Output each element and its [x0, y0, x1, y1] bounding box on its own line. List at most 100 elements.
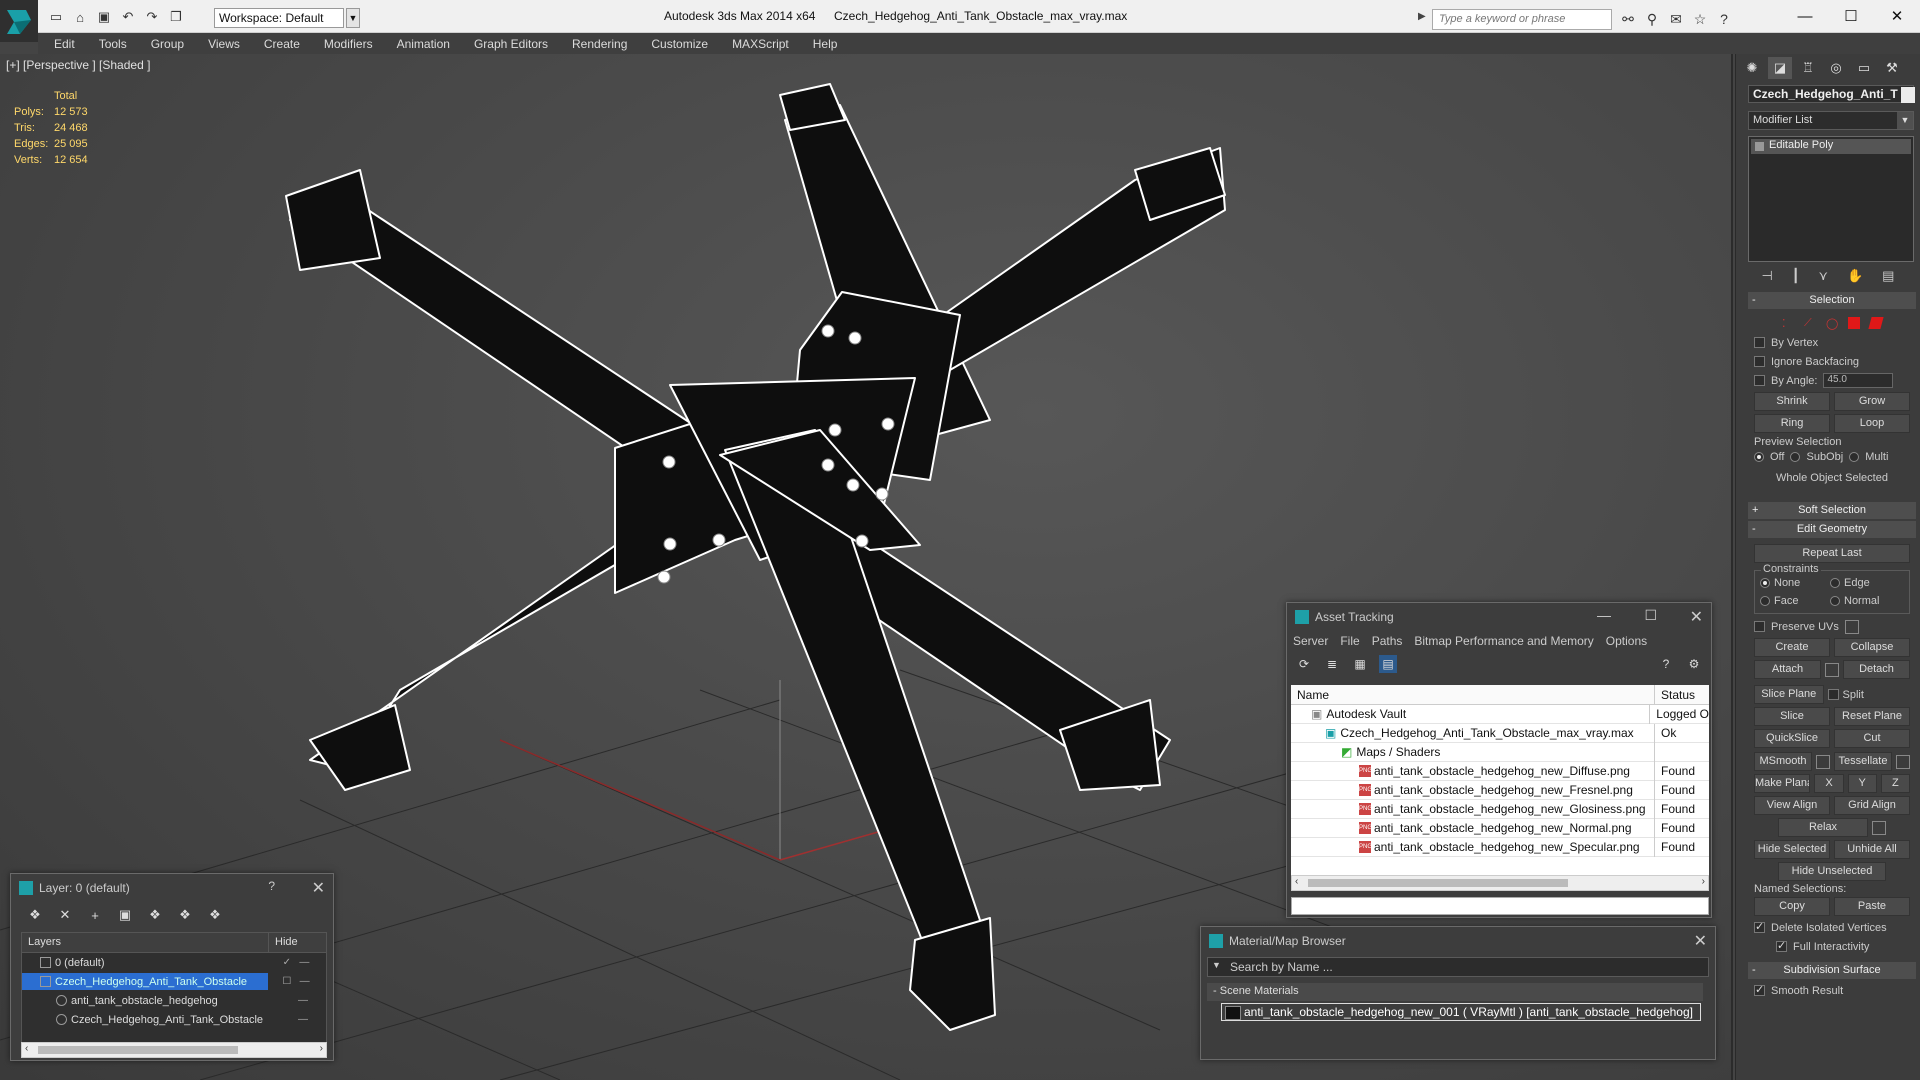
table-row[interactable]: PNG anti_tank_obstacle_hedgehog_new_Fresn… [1291, 780, 1709, 800]
smooth-result-checkbox[interactable] [1754, 983, 1765, 996]
configure-sets-icon[interactable]: ▤ [1882, 268, 1894, 284]
open-file-icon[interactable]: ⌂ [70, 8, 90, 26]
asset-menu-options[interactable]: Options [1606, 634, 1647, 648]
relax-settings-button[interactable] [1872, 820, 1886, 835]
hide-toggle-icon[interactable]: — [299, 957, 309, 968]
list-view-icon[interactable]: ≣ [1323, 655, 1341, 673]
help-icon[interactable]: ? [1714, 9, 1734, 29]
slice-plane-button[interactable]: Slice Plane [1754, 685, 1824, 704]
hide-toggle-icon[interactable]: — [300, 976, 310, 987]
menu-edit[interactable]: Edit [38, 37, 87, 51]
scrollbar-thumb[interactable] [38, 1046, 238, 1054]
collapse-button[interactable]: Collapse [1834, 638, 1910, 657]
scroll-left-icon[interactable]: ‹ [25, 1043, 28, 1054]
motion-tab-icon[interactable]: ◎ [1824, 57, 1848, 79]
close-button[interactable]: ✕ [1874, 0, 1920, 32]
layer-dialog-titlebar[interactable]: Layer: 0 (default) ? ✕ [11, 874, 333, 902]
grid-align-button[interactable]: Grid Align [1834, 796, 1910, 815]
preview-off-radio[interactable] [1754, 452, 1764, 462]
ignore-backfacing-checkbox[interactable] [1754, 356, 1765, 367]
layer-horizontal-scrollbar[interactable]: ‹ › [21, 1042, 327, 1058]
msmooth-settings-button[interactable] [1816, 754, 1830, 769]
asset-menu-server[interactable]: Server [1293, 634, 1328, 648]
constraint-normal-radio[interactable] [1830, 596, 1840, 606]
delete-layer-icon[interactable]: ✕ [55, 906, 75, 924]
create-layer-icon[interactable]: ❖ [25, 906, 45, 924]
ring-button[interactable]: Ring [1754, 414, 1830, 433]
material-search-input[interactable]: ▼ Search by Name ... [1207, 957, 1709, 977]
asset-path-field[interactable] [1291, 897, 1709, 915]
layer-row[interactable]: anti_tank_obstacle_hedgehog — [22, 991, 326, 1010]
detach-button[interactable]: Detach [1843, 660, 1910, 679]
delete-isolated-checkbox[interactable] [1754, 920, 1765, 933]
settings-icon[interactable]: ⚙ [1685, 655, 1703, 673]
modifier-stack[interactable]: Editable Poly [1748, 136, 1914, 262]
menu-views[interactable]: Views [196, 37, 252, 51]
attach-list-button[interactable] [1825, 662, 1839, 677]
modifier-list-dropdown[interactable]: Modifier List ▼ [1748, 111, 1914, 130]
layer-box-icon[interactable]: ☐ [282, 976, 291, 987]
material-item[interactable]: anti_tank_obstacle_hedgehog_new_001 ( VR… [1221, 1003, 1701, 1021]
edit-geometry-rollout-header[interactable]: - Edit Geometry [1748, 521, 1916, 538]
repeat-last-button[interactable]: Repeat Last [1754, 544, 1910, 563]
tessellate-settings-button[interactable] [1896, 754, 1910, 769]
close-icon[interactable]: ✕ [312, 878, 325, 898]
stack-item-editable-poly[interactable]: Editable Poly [1751, 139, 1911, 154]
grow-button[interactable]: Grow [1834, 392, 1910, 411]
view-align-button[interactable]: View Align [1754, 796, 1830, 815]
subdivision-surface-rollout-header[interactable]: - Subdivision Surface [1748, 962, 1916, 979]
table-row[interactable]: PNG anti_tank_obstacle_hedgehog_new_Specu… [1291, 837, 1709, 857]
preview-multi-radio[interactable] [1849, 452, 1860, 462]
menu-maxscript[interactable]: MAXScript [720, 37, 801, 51]
play-arrow-icon[interactable]: ▶ [1418, 11, 1426, 22]
hide-selected-button[interactable]: Hide Selected [1754, 840, 1830, 859]
subscription-icon[interactable]: ⚲ [1642, 9, 1662, 29]
scroll-left-icon[interactable]: ‹ [1295, 876, 1298, 887]
angle-spinner[interactable]: 45.0 [1823, 373, 1894, 388]
maximize-button[interactable]: ☐ [1828, 0, 1874, 32]
create-button[interactable]: Create [1754, 638, 1830, 657]
table-row[interactable]: ▣ Czech_Hedgehog_Anti_Tank_Obstacle_max_v… [1291, 723, 1709, 743]
make-planar-button[interactable]: Make Planar [1754, 774, 1811, 793]
maximize-icon[interactable]: ☐ [1644, 607, 1657, 624]
search-input[interactable]: Type a keyword or phrase [1432, 9, 1612, 30]
soft-selection-rollout-header[interactable]: + Soft Selection [1748, 502, 1916, 519]
object-name-field[interactable]: Czech_Hedgehog_Anti_T [1748, 85, 1914, 103]
freeze-all-layers-icon[interactable]: ❖ [205, 906, 225, 924]
element-level-icon[interactable] [1868, 317, 1884, 329]
asset-menu-bitmap-performance[interactable]: Bitmap Performance and Memory [1414, 634, 1593, 648]
constraint-edge-radio[interactable] [1830, 578, 1840, 588]
constraint-none-radio[interactable] [1760, 578, 1770, 588]
make-unique-icon[interactable]: ⋎ [1819, 268, 1829, 284]
table-row[interactable]: PNG anti_tank_obstacle_hedgehog_new_Norma… [1291, 818, 1709, 838]
asset-tracking-titlebar[interactable]: Asset Tracking — ☐ ✕ [1287, 603, 1711, 631]
save-file-icon[interactable]: ▣ [94, 8, 114, 26]
thumbnail-view-icon[interactable]: ▦ [1351, 655, 1369, 673]
preview-subobj-radio[interactable] [1790, 452, 1801, 462]
selection-rollout-header[interactable]: - Selection [1748, 292, 1916, 309]
preserve-uvs-settings-button[interactable] [1844, 619, 1859, 634]
workspace-dropdown[interactable]: Workspace: Default [214, 8, 344, 28]
chevron-down-icon[interactable]: ▼ [346, 8, 360, 28]
active-layer-check-icon[interactable]: ✓ [283, 957, 291, 968]
communication-icon[interactable]: ✉ [1666, 9, 1686, 29]
menu-tools[interactable]: Tools [87, 37, 139, 51]
material-browser-titlebar[interactable]: Material/Map Browser ✕ [1201, 927, 1715, 955]
col-layers-header[interactable]: Layers [22, 933, 268, 952]
planar-z-button[interactable]: Z [1880, 774, 1911, 793]
edge-level-icon[interactable]: ⟋ [1804, 317, 1816, 329]
hide-toggle-icon[interactable]: — [298, 995, 308, 1006]
chevron-down-icon[interactable]: ▼ [1897, 112, 1913, 129]
menu-modifiers[interactable]: Modifiers [312, 37, 385, 51]
create-tab-icon[interactable]: ✺ [1740, 57, 1764, 79]
redo-icon[interactable]: ↷ [142, 8, 162, 26]
utilities-tab-icon[interactable]: ⚒ [1880, 57, 1904, 79]
split-checkbox[interactable] [1827, 689, 1839, 700]
by-vertex-checkbox[interactable] [1754, 337, 1765, 348]
viewport-label[interactable]: [+] [Perspective ] [Shaded ] [6, 58, 150, 72]
cut-button[interactable]: Cut [1834, 729, 1910, 748]
chevron-down-icon[interactable]: ▼ [1212, 960, 1221, 970]
collapse-toggle-icon[interactable]: - [1213, 985, 1220, 997]
vertex-level-icon[interactable]: ⁚ [1782, 317, 1794, 330]
asset-menu-paths[interactable]: Paths [1372, 634, 1403, 648]
